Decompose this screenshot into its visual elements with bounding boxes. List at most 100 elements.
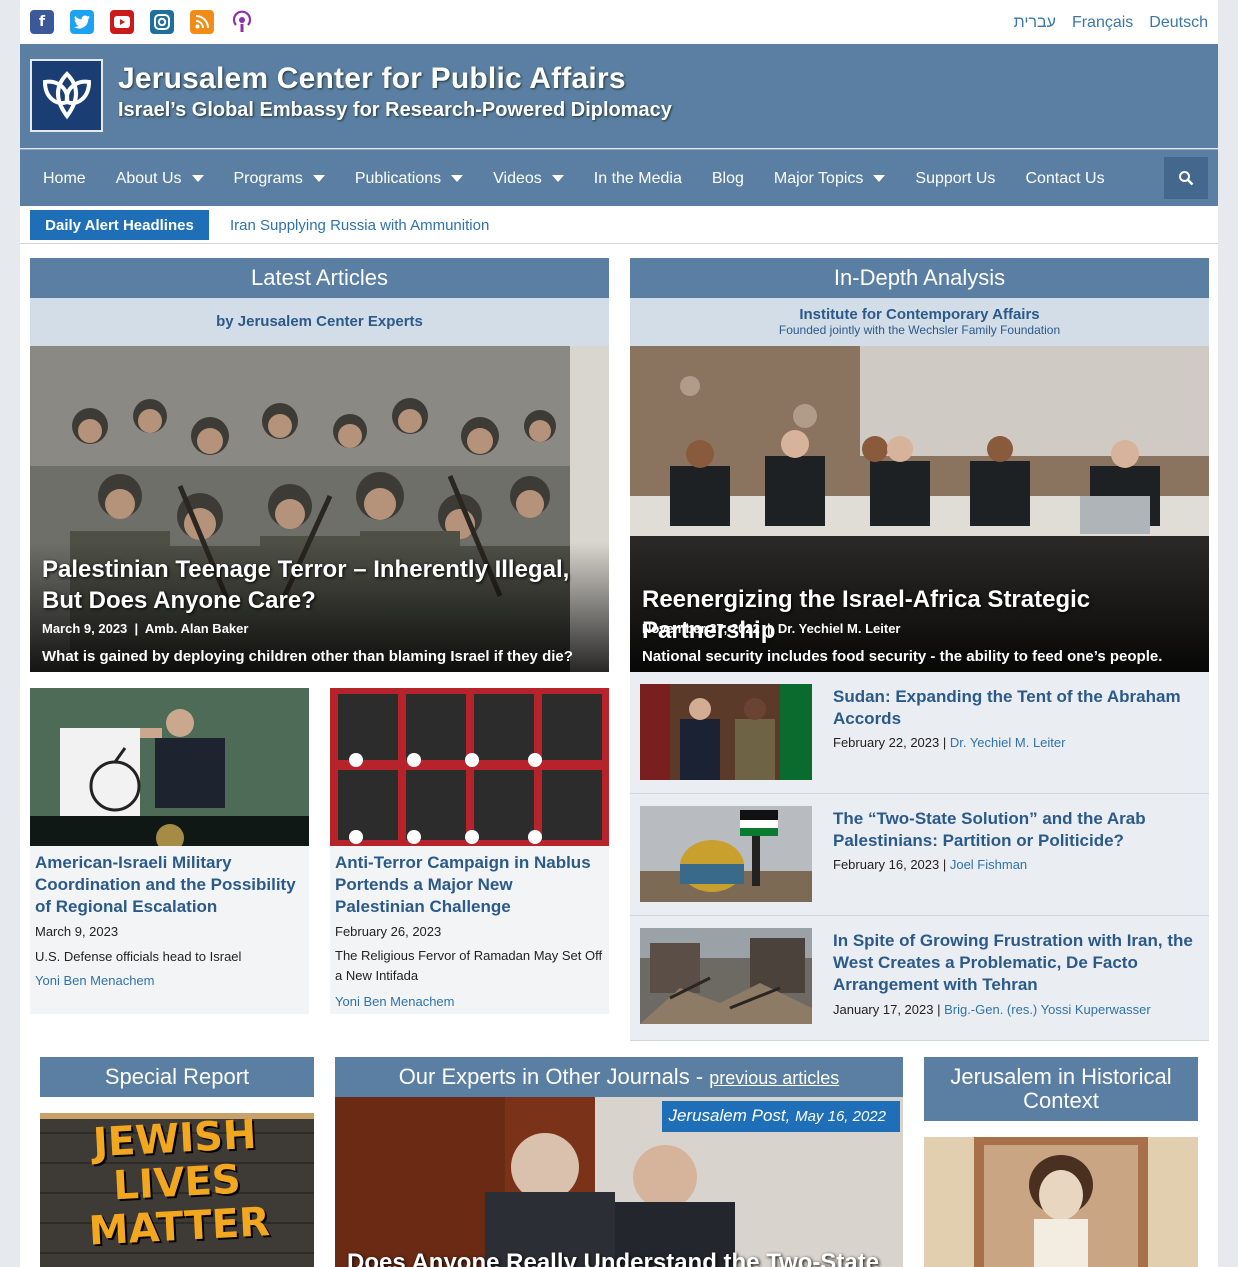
card-title[interactable]: American-Israeli Military Coordination a… bbox=[35, 852, 305, 918]
journal-date: May 16, 2022 bbox=[795, 1108, 886, 1125]
latest-articles-heading: Latest Articles bbox=[30, 258, 609, 298]
list-item[interactable]: In Spite of Growing Frustration with Ira… bbox=[630, 916, 1209, 1041]
journal-source-badge: Jerusalem Post, May 16, 2022 bbox=[662, 1101, 900, 1132]
item-title[interactable]: In Spite of Growing Frustration with Ira… bbox=[833, 930, 1193, 996]
nav-label: Home bbox=[43, 169, 86, 187]
lang-hebrew[interactable]: עברית bbox=[1014, 14, 1056, 32]
journals-heading-text: Our Experts in Other Journals - bbox=[398, 1064, 710, 1089]
lang-german[interactable]: Deutsch bbox=[1149, 14, 1208, 32]
alert-label[interactable]: Daily Alert Headlines bbox=[30, 210, 209, 240]
item-meta: January 17, 2023 | Brig.-Gen. (res.) Yos… bbox=[833, 1002, 1151, 1017]
institute-founded: Founded jointly with the Wechsler Family… bbox=[778, 323, 1061, 337]
facebook-icon[interactable]: f bbox=[30, 10, 54, 34]
nav-label: About Us bbox=[115, 169, 182, 187]
journal-title[interactable]: Does Anyone Really Understand the Two-St… bbox=[347, 1249, 879, 1267]
journal-source: Jerusalem Post bbox=[668, 1106, 786, 1125]
top-bar: f עברית Français Deutsch bbox=[20, 0, 1218, 44]
latest-articles-subheading: by Jerusalem Center Experts bbox=[30, 298, 609, 346]
card-desc: U.S. Defense officials head to Israel bbox=[35, 949, 242, 964]
feature-meta: November 27, 2022 | Dr. Yechiel M. Leite… bbox=[642, 621, 901, 636]
card-date: March 9, 2023 bbox=[35, 924, 119, 939]
poster-text: JEWISH LIVES MATTER bbox=[40, 1113, 314, 1256]
twitter-icon[interactable] bbox=[70, 10, 94, 34]
nav-label: Videos bbox=[493, 169, 542, 187]
rss-icon[interactable] bbox=[190, 10, 214, 34]
card-author[interactable]: Yoni Ben Menachem bbox=[335, 994, 455, 1009]
nav-label: Support Us bbox=[915, 169, 996, 187]
item-title[interactable]: The “Two-State Solution” and the Arab Pa… bbox=[833, 808, 1193, 852]
social-links: f bbox=[30, 10, 254, 34]
card-date: February 26, 2023 bbox=[335, 924, 442, 939]
card-desc: The Religious Fervor of Ramadan May Set … bbox=[335, 948, 603, 983]
feature-title[interactable]: Palestinian Teenage Terror – Inherently … bbox=[42, 554, 597, 616]
article-card[interactable]: Anti-Terror Campaign in Nablus Portends … bbox=[330, 688, 609, 1014]
card-author[interactable]: Yoni Ben Menachem bbox=[35, 973, 155, 988]
caret-down-icon bbox=[191, 175, 204, 182]
journals-feature[interactable]: Jerusalem Post, May 16, 2022 Does Anyone… bbox=[335, 1097, 903, 1267]
nav-major-topics[interactable]: Major Topics bbox=[759, 150, 901, 207]
latest-feature[interactable]: Palestinian Teenage Terror – Inherently … bbox=[30, 346, 609, 672]
site-tagline: Israel’s Global Embassy for Research-Pow… bbox=[118, 99, 672, 121]
indepth-heading: In-Depth Analysis bbox=[630, 258, 1209, 298]
card-title[interactable]: Anti-Terror Campaign in Nablus Portends … bbox=[335, 852, 605, 918]
card-image-netanyahu bbox=[30, 688, 309, 846]
item-image-dome-of-rock bbox=[640, 806, 812, 902]
caret-down-icon bbox=[451, 175, 464, 182]
item-image-ruins bbox=[640, 928, 812, 1024]
trinity-knot-icon bbox=[42, 70, 91, 119]
historical-image[interactable] bbox=[924, 1137, 1198, 1267]
previous-articles-link[interactable]: previous articles bbox=[709, 1068, 839, 1088]
card-image-nablus bbox=[330, 688, 609, 846]
feature-title[interactable]: Reenergizing the Israel-Africa Strategic… bbox=[642, 584, 1202, 646]
youtube-icon[interactable] bbox=[110, 10, 134, 34]
main-content: Latest Articles by Jerusalem Center Expe… bbox=[20, 244, 1218, 1267]
main-nav: Home About Us Programs Publications Vide… bbox=[20, 149, 1218, 206]
nav-label: In the Media bbox=[593, 169, 682, 187]
nav-publications[interactable]: Publications bbox=[340, 150, 478, 207]
caret-down-icon bbox=[551, 175, 564, 182]
item-author[interactable]: Joel Fishman bbox=[950, 857, 1027, 872]
feature-desc: What is gained by deploying children oth… bbox=[42, 648, 573, 665]
site-title[interactable]: Jerusalem Center for Public Affairs bbox=[118, 62, 626, 96]
podcast-icon[interactable] bbox=[230, 10, 254, 34]
alert-headline[interactable]: Iran Supplying Russia with Ammunition bbox=[230, 217, 489, 234]
item-author[interactable]: Brig.-Gen. (res.) Yossi Kuperwasser bbox=[944, 1002, 1151, 1017]
nav-blog[interactable]: Blog bbox=[697, 150, 759, 207]
journals-heading: Our Experts in Other Journals - previous… bbox=[335, 1057, 903, 1097]
search-button[interactable] bbox=[1164, 157, 1208, 199]
instagram-icon[interactable] bbox=[150, 10, 174, 34]
nav-in-the-media[interactable]: In the Media bbox=[579, 150, 697, 207]
item-image-sudan bbox=[640, 684, 812, 780]
feature-date: November 27, 2022 bbox=[642, 621, 760, 636]
special-report-image[interactable]: JEWISH LIVES MATTER bbox=[40, 1113, 314, 1267]
nav-contact-us[interactable]: Contact Us bbox=[1010, 150, 1119, 207]
site-logo[interactable] bbox=[30, 59, 103, 132]
item-date: February 22, 2023 bbox=[833, 735, 940, 750]
special-report-heading: Special Report bbox=[40, 1057, 314, 1097]
alert-bar: Daily Alert Headlines Iran Supplying Rus… bbox=[20, 206, 1218, 244]
nav-label: Contact Us bbox=[1025, 169, 1105, 187]
lang-french[interactable]: Français bbox=[1072, 14, 1133, 32]
caret-down-icon bbox=[312, 175, 325, 182]
indepth-subheading: Institute for Contemporary Affairs Found… bbox=[630, 298, 1209, 346]
list-item[interactable]: The “Two-State Solution” and the Arab Pa… bbox=[630, 794, 1209, 916]
item-meta: February 22, 2023 | Dr. Yechiel M. Leite… bbox=[833, 735, 1066, 750]
nav-label: Publications bbox=[354, 169, 442, 187]
feature-desc: National security includes food security… bbox=[642, 648, 1163, 665]
nav-videos[interactable]: Videos bbox=[478, 150, 579, 207]
feature-meta: March 9, 2023 | Amb. Alan Baker bbox=[42, 621, 249, 636]
nav-label: Major Topics bbox=[773, 169, 864, 187]
list-item[interactable]: Sudan: Expanding the Tent of the Abraham… bbox=[630, 672, 1209, 794]
indepth-feature[interactable]: Reenergizing the Israel-Africa Strategic… bbox=[630, 346, 1209, 672]
feature-author[interactable]: Amb. Alan Baker bbox=[145, 621, 249, 636]
item-title[interactable]: Sudan: Expanding the Tent of the Abraham… bbox=[833, 686, 1193, 730]
institute-name[interactable]: Institute for Contemporary Affairs bbox=[630, 298, 1209, 323]
nav-support-us[interactable]: Support Us bbox=[900, 150, 1010, 207]
nav-home[interactable]: Home bbox=[28, 150, 101, 207]
feature-date: March 9, 2023 bbox=[42, 621, 128, 636]
article-card[interactable]: American-Israeli Military Coordination a… bbox=[30, 688, 309, 1014]
feature-author[interactable]: Dr. Yechiel M. Leiter bbox=[778, 621, 901, 636]
nav-programs[interactable]: Programs bbox=[219, 150, 340, 207]
item-author[interactable]: Dr. Yechiel M. Leiter bbox=[950, 735, 1066, 750]
nav-about-us[interactable]: About Us bbox=[101, 150, 219, 207]
